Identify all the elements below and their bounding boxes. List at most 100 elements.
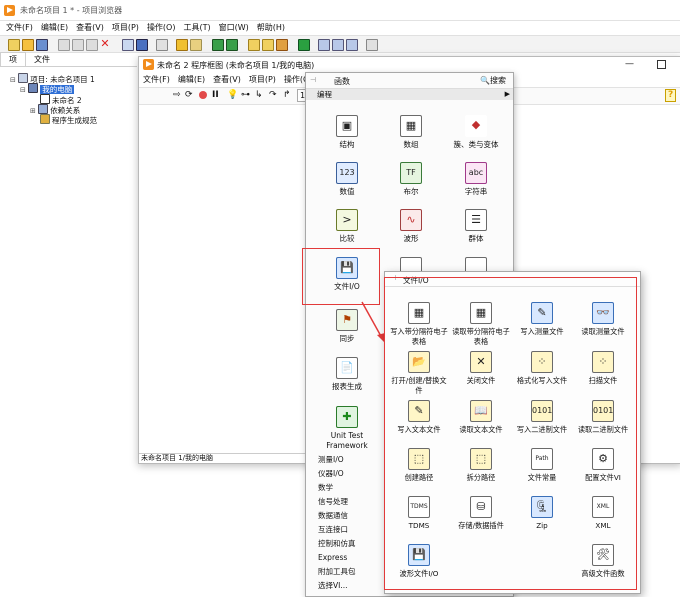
- tile-tdms[interactable]: TDMS TDMS: [388, 496, 450, 531]
- palette-tile-boolean[interactable]: TF 布尔: [378, 162, 444, 197]
- palette-tile-array[interactable]: ▦ 数组: [378, 115, 444, 150]
- tile-xml[interactable]: XML XML: [572, 496, 634, 531]
- cut-icon[interactable]: [58, 39, 70, 51]
- menu-file[interactable]: 文件(F): [2, 21, 37, 34]
- menu-view[interactable]: 查看(V): [72, 21, 108, 34]
- expand-toggle-icon[interactable]: ⊞: [30, 107, 36, 115]
- retain-wire-values-icon[interactable]: ⊶: [241, 90, 250, 100]
- palette-tile-file-io[interactable]: 💾 文件I/O: [314, 257, 380, 292]
- find-icon[interactable]: [366, 39, 378, 51]
- save-icon[interactable]: [36, 39, 48, 51]
- folder-icon[interactable]: [190, 39, 202, 51]
- category-signal-processing[interactable]: 信号处理: [318, 497, 348, 507]
- nav-icon[interactable]: [318, 39, 330, 51]
- tile-read-text[interactable]: 📖 读取文本文件: [450, 400, 512, 435]
- menu-tools[interactable]: 工具(T): [179, 21, 214, 34]
- tile-open-create-replace[interactable]: 📂 打开/创建/替换文件: [388, 351, 450, 396]
- category-mathematics[interactable]: 数学: [318, 483, 333, 493]
- tile-read-delimited[interactable]: ▦ 读取带分隔符电子表格: [450, 302, 512, 347]
- palette-tile-numeric[interactable]: 123 数值: [314, 162, 380, 197]
- expand-arrow-icon[interactable]: ▶: [505, 89, 510, 100]
- palette-tile-cluster[interactable]: ◆ 簇、类与变体: [443, 115, 509, 150]
- menu-operate[interactable]: 操作(O): [143, 21, 180, 34]
- tile-storage[interactable]: ⛁ 存储/数据插件: [450, 496, 512, 531]
- run-icon[interactable]: [298, 39, 310, 51]
- palette-section[interactable]: 编程 ▶: [306, 89, 513, 100]
- tree-build-specs[interactable]: 程序生成规范: [40, 114, 97, 126]
- collapse-icon[interactable]: [262, 39, 274, 51]
- collapse-toggle-icon[interactable]: ⊟: [10, 76, 16, 84]
- category-control-simulation[interactable]: 控制和仿真: [318, 539, 356, 549]
- help-icon[interactable]: ?: [665, 89, 677, 102]
- highlight-execution-icon[interactable]: 💡: [227, 90, 238, 100]
- category-measurement-io[interactable]: 测量I/O: [318, 455, 344, 465]
- maximize-icon[interactable]: [657, 60, 666, 69]
- palette-tile-structures[interactable]: ▣ 结构: [314, 115, 380, 150]
- category-data-communication[interactable]: 数据通信: [318, 511, 348, 521]
- pause-icon[interactable]: II: [212, 90, 219, 100]
- step-over-icon[interactable]: ↷: [269, 90, 277, 100]
- category-instrument-io[interactable]: 仪器I/O: [318, 469, 344, 479]
- expand-icon[interactable]: [248, 39, 260, 51]
- tile-config-file[interactable]: ⚙ 配置文件VI: [572, 448, 634, 483]
- step-out-icon[interactable]: ↱: [283, 90, 291, 100]
- menu-project[interactable]: 项目(P): [108, 21, 143, 34]
- tile-read-measurement[interactable]: 👓 读取测量文件: [572, 302, 634, 337]
- abort-icon[interactable]: [199, 91, 207, 99]
- search-button[interactable]: 🔍搜索: [480, 75, 506, 86]
- tile-write-delimited[interactable]: ▦ 写入带分隔符电子表格: [388, 302, 450, 347]
- run-continuously-icon[interactable]: ⟳: [185, 90, 193, 100]
- palette-tile-waveform[interactable]: ∿ 波形: [378, 209, 444, 244]
- run-arrow-icon[interactable]: ⇨: [173, 90, 181, 100]
- build-icon[interactable]: [156, 39, 168, 51]
- minimize-icon[interactable]: —: [625, 57, 634, 71]
- properties-icon[interactable]: [122, 39, 134, 51]
- tile-write-text[interactable]: ✎ 写入文本文件: [388, 400, 450, 435]
- bd-menu-file[interactable]: 文件(F): [139, 73, 174, 86]
- palette-tile-report[interactable]: 📄 报表生成: [314, 357, 380, 392]
- tile-close-file[interactable]: ✕ 关闭文件: [450, 351, 512, 386]
- palette-tile-comparison[interactable]: > 比较: [314, 209, 380, 244]
- tile-write-measurement[interactable]: ✎ 写入测量文件: [511, 302, 573, 337]
- tile-scan-from-file[interactable]: ⁘ 扫描文件: [572, 351, 634, 386]
- tile-advanced-file[interactable]: 🛠 高级文件函数: [572, 544, 634, 579]
- remove-icon[interactable]: [226, 39, 238, 51]
- palette-tile-string[interactable]: abc 字符串: [443, 162, 509, 197]
- step-into-icon[interactable]: ↳: [255, 90, 263, 100]
- paste-icon[interactable]: [86, 39, 98, 51]
- tile-zip[interactable]: 🗜 Zip: [511, 496, 573, 531]
- bd-menu-view[interactable]: 查看(V): [209, 73, 245, 86]
- palette-tile-unit-test[interactable]: ✚ Unit Test Framework: [314, 406, 380, 451]
- collapse-toggle-icon[interactable]: ⊟: [20, 86, 26, 94]
- menu-window[interactable]: 窗口(W): [215, 21, 253, 34]
- bd-menu-project[interactable]: 项目(P): [245, 73, 280, 86]
- category-addons[interactable]: 附加工具包: [318, 567, 356, 577]
- tile-format-into-file[interactable]: ⁘ 格式化写入文件: [511, 351, 573, 386]
- pin-icon[interactable]: ⊣: [390, 274, 396, 282]
- pin-icon[interactable]: ⊣: [310, 76, 316, 84]
- tab-files[interactable]: 文件: [26, 53, 58, 67]
- menu-edit[interactable]: 编辑(E): [37, 21, 72, 34]
- bd-menu-edit[interactable]: 编辑(E): [174, 73, 209, 86]
- tab-items[interactable]: 项: [0, 52, 26, 67]
- category-connectivity[interactable]: 互连接口: [318, 525, 348, 535]
- open-icon[interactable]: [22, 39, 34, 51]
- delete-icon[interactable]: ✕: [100, 38, 110, 49]
- add-icon[interactable]: [212, 39, 224, 51]
- save-all-icon[interactable]: [136, 39, 148, 51]
- tools-icon[interactable]: [176, 39, 188, 51]
- tile-strip-path[interactable]: ⬚ 拆分路径: [450, 448, 512, 483]
- filter-icon[interactable]: [276, 39, 288, 51]
- tile-build-path[interactable]: ⬚ 创建路径: [388, 448, 450, 483]
- tile-read-binary[interactable]: 0101 读取二进制文件: [572, 400, 634, 435]
- new-icon[interactable]: [8, 39, 20, 51]
- redo-icon[interactable]: [346, 39, 358, 51]
- undo-icon[interactable]: [332, 39, 344, 51]
- category-select-vi[interactable]: 选择VI...: [318, 581, 348, 591]
- tile-waveform-file-io[interactable]: 💾 波形文件I/O: [388, 544, 450, 579]
- tile-file-constants[interactable]: Path 文件常量: [511, 448, 573, 483]
- tile-write-binary[interactable]: 0101 写入二进制文件: [511, 400, 573, 435]
- menu-help[interactable]: 帮助(H): [253, 21, 289, 34]
- palette-tile-collections[interactable]: ☰ 群体: [443, 209, 509, 244]
- copy-icon[interactable]: [72, 39, 84, 51]
